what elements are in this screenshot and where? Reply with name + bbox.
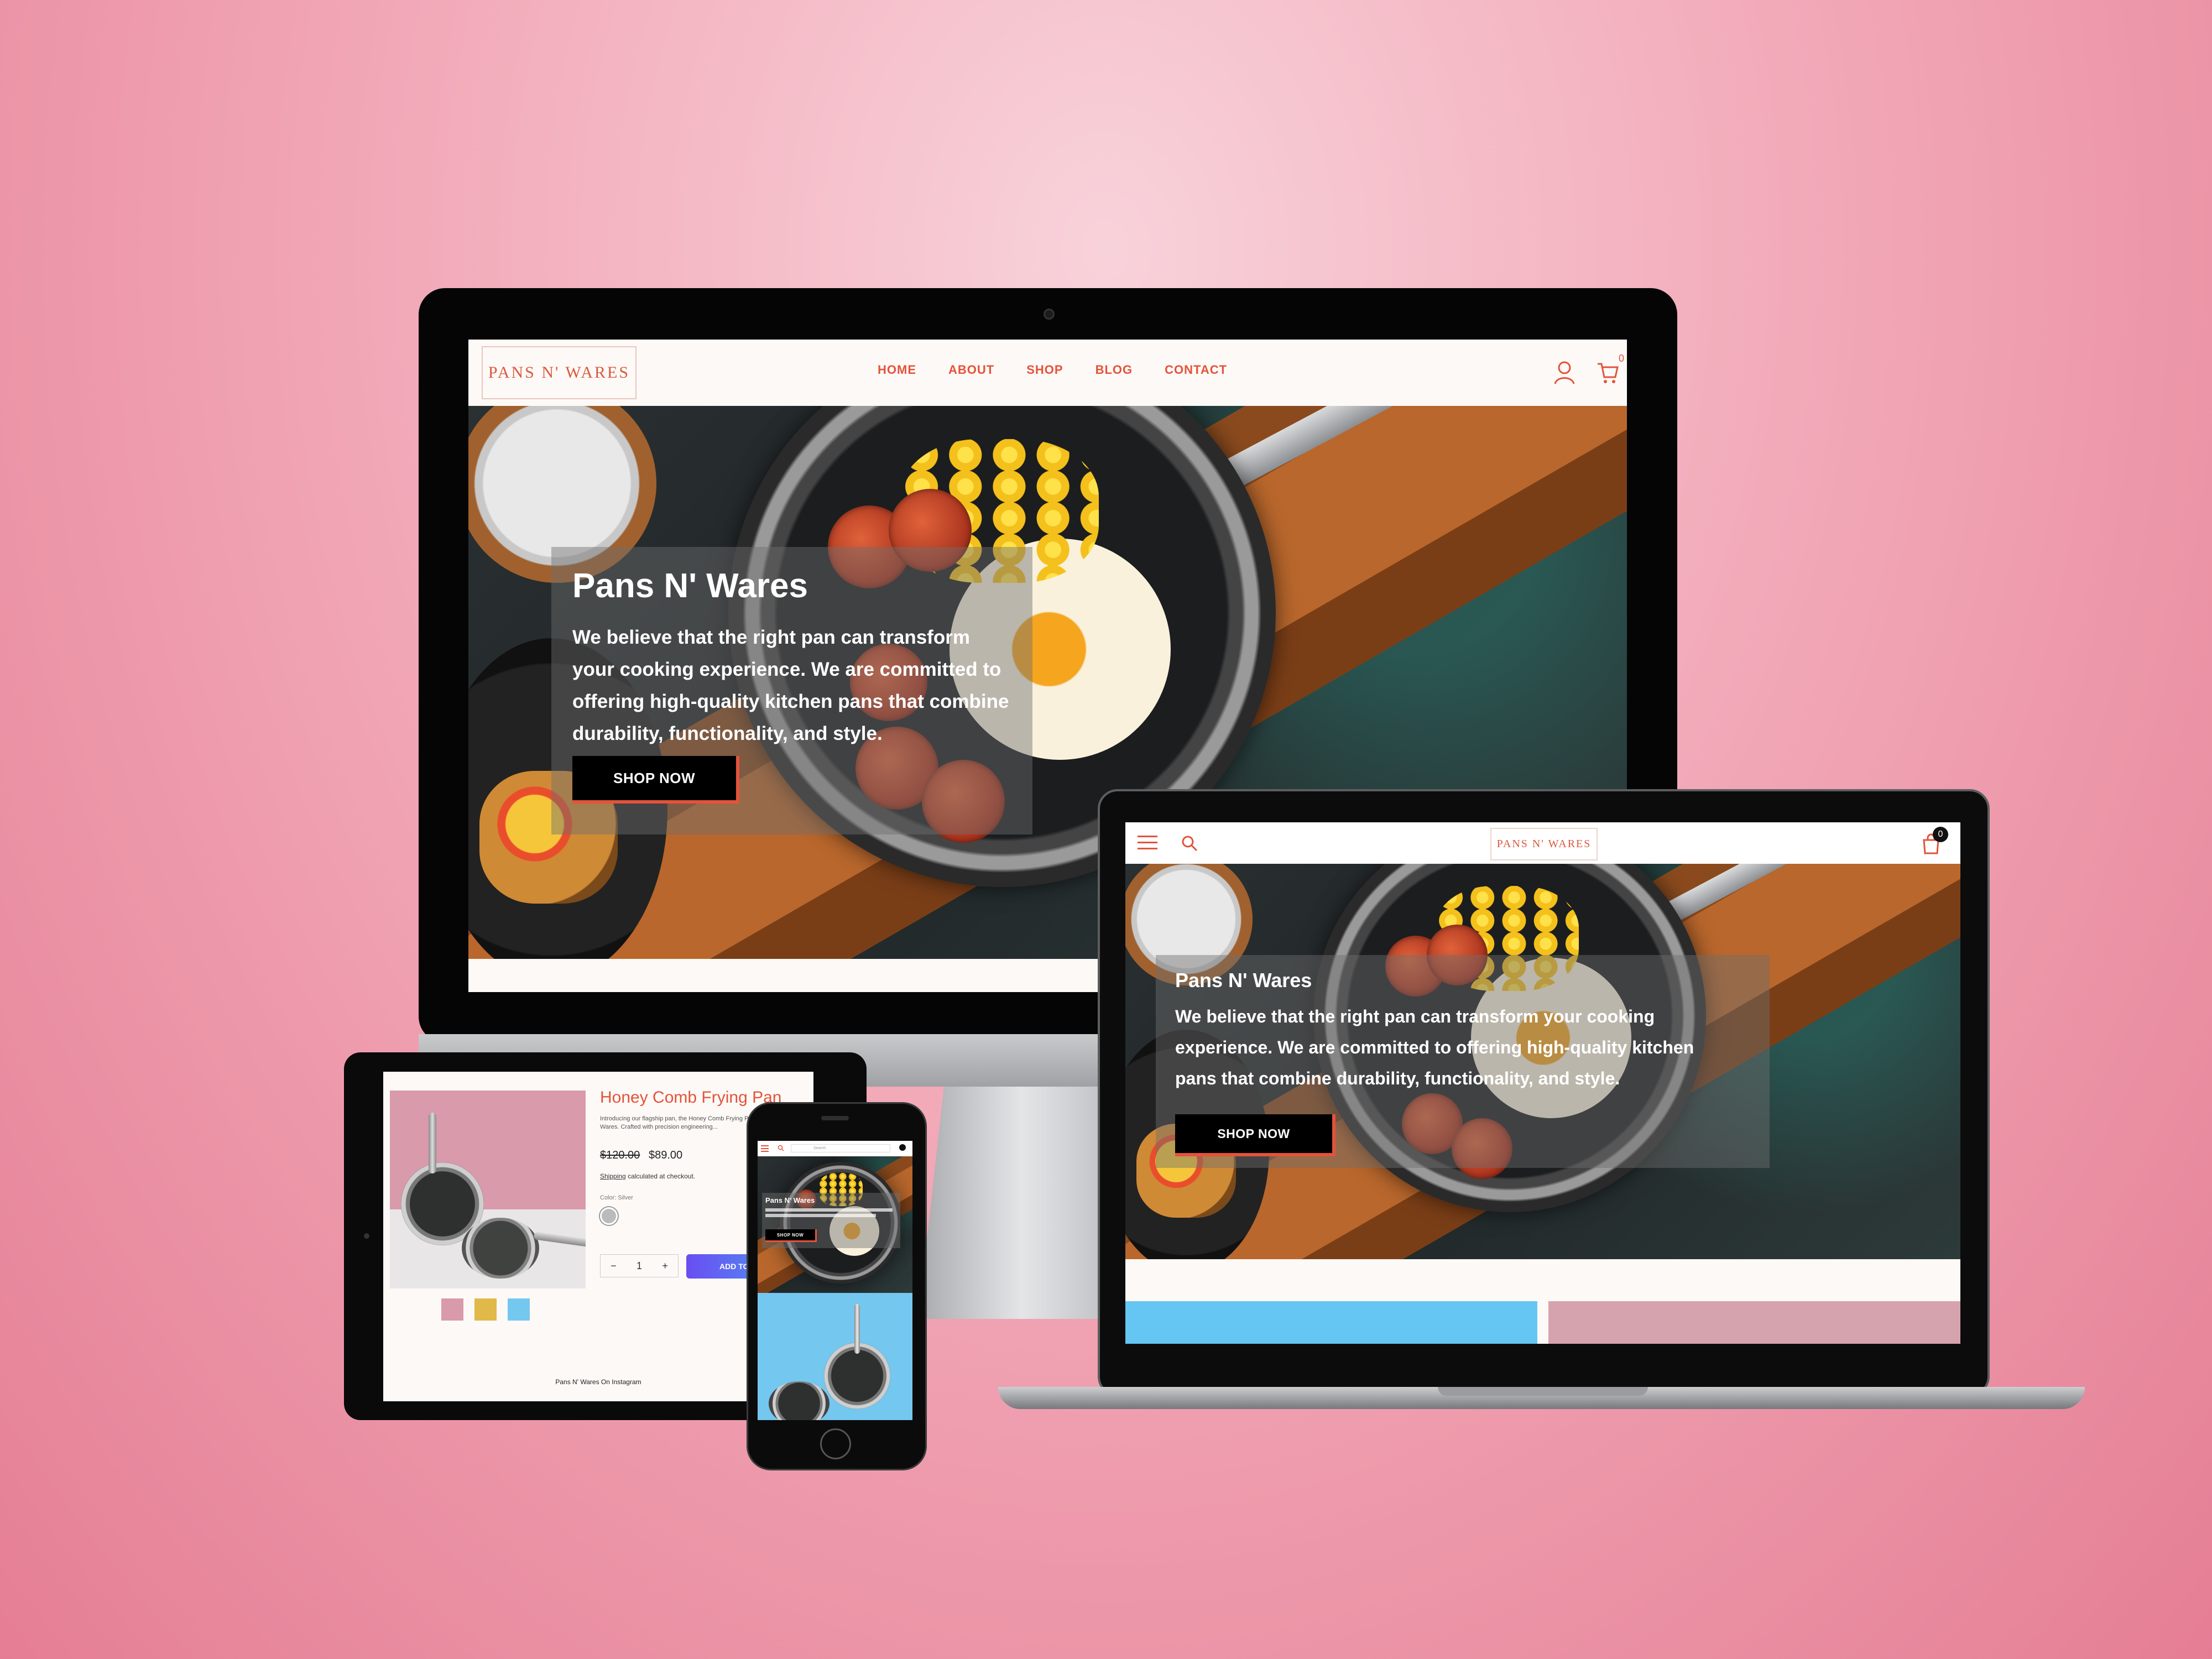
featured-tile-pink[interactable] [1548, 1301, 1960, 1344]
laptop-screen: PANS N' WARES 0 Pans N' Wares We believe… [1125, 822, 1960, 1344]
hero-text-line [765, 1208, 893, 1212]
pan-handle [854, 1304, 860, 1354]
hero-text-line [765, 1214, 876, 1217]
site-logo[interactable]: PANS N' WARES [1490, 828, 1598, 860]
monitor-camera [1044, 309, 1055, 320]
nav-shop[interactable]: SHOP [1026, 363, 1063, 377]
search-icon[interactable] [778, 1145, 784, 1151]
search-input[interactable]: Search [791, 1144, 890, 1152]
shop-now-button[interactable]: SHOP NOW [765, 1229, 817, 1242]
hero-title: Pans N' Wares [765, 1196, 815, 1204]
nav-contact[interactable]: CONTACT [1165, 363, 1227, 377]
cart-count-badge[interactable] [899, 1144, 906, 1151]
nav-about[interactable]: ABOUT [948, 363, 994, 377]
quantity-value[interactable]: 1 [637, 1260, 642, 1272]
quantity-stepper: − 1 + [600, 1254, 679, 1277]
account-icon[interactable] [1553, 361, 1575, 385]
thumbnail-blue[interactable] [508, 1298, 530, 1321]
product-image[interactable] [390, 1091, 586, 1288]
cart-icon[interactable] [1597, 361, 1619, 385]
laptop-notch [1438, 1387, 1648, 1396]
shop-now-button[interactable]: SHOP NOW [572, 756, 739, 804]
hamburger-menu-icon[interactable] [1138, 834, 1157, 851]
shipping-text: calculated at checkout. [628, 1172, 696, 1180]
featured-tile-blue[interactable] [1125, 1301, 1537, 1344]
hamburger-menu-icon[interactable] [761, 1145, 769, 1152]
shipping-note: Shipping calculated at checkout. [600, 1172, 695, 1180]
hero-description: We believe that the right pan can transf… [1175, 1006, 1694, 1088]
product-title: Honey Comb Frying Pan [600, 1088, 782, 1107]
pan-handle [533, 1232, 586, 1247]
phone-navbar: Search [758, 1141, 912, 1156]
cart-count-badge: 0 [1933, 827, 1948, 842]
pan-lid [769, 1381, 830, 1420]
hero-title: Pans N' Wares [1175, 969, 1312, 992]
hero-banner: Pans N' Wares We believe that the right … [1125, 864, 1960, 1259]
pan-handle [429, 1113, 436, 1173]
nav-home[interactable]: HOME [878, 363, 916, 377]
search-icon[interactable] [1181, 834, 1198, 852]
shop-now-button[interactable]: SHOP NOW [1175, 1114, 1335, 1156]
thumbnail-yellow[interactable] [474, 1298, 497, 1321]
cart-count: 0 [1619, 353, 1625, 364]
main-menu: HOME ABOUT SHOP BLOG CONTACT [878, 363, 1227, 377]
site-logo[interactable]: PANS N' WARES [482, 346, 637, 399]
tablet-camera [364, 1233, 369, 1239]
price-sale: $89.00 [649, 1149, 683, 1161]
thumbnail-pink[interactable] [441, 1298, 463, 1321]
plus-icon[interactable]: + [662, 1260, 668, 1272]
desktop-navbar: PANS N' WARES HOME ABOUT SHOP BLOG CONTA… [468, 340, 1627, 406]
pan-lid [462, 1218, 539, 1279]
shipping-link[interactable]: Shipping [600, 1172, 626, 1180]
phone-home-button[interactable] [820, 1428, 851, 1459]
color-label: Color: Silver [600, 1194, 633, 1201]
color-swatch-silver[interactable] [600, 1207, 618, 1225]
laptop-navbar: PANS N' WARES 0 [1125, 822, 1960, 864]
featured-tile-blue[interactable] [758, 1293, 912, 1420]
nav-blog[interactable]: BLOG [1095, 363, 1133, 377]
phone-screen: Search Pans N' Wares SHOP NOW [758, 1141, 912, 1420]
price-original: $120.00 [600, 1149, 640, 1161]
minus-icon[interactable]: − [611, 1260, 617, 1272]
phone-speaker [821, 1116, 849, 1120]
hero-title: Pans N' Wares [572, 567, 808, 605]
hero-banner: Pans N' Wares SHOP NOW [758, 1156, 912, 1293]
hero-description: We believe that the right pan can transf… [572, 627, 1009, 744]
